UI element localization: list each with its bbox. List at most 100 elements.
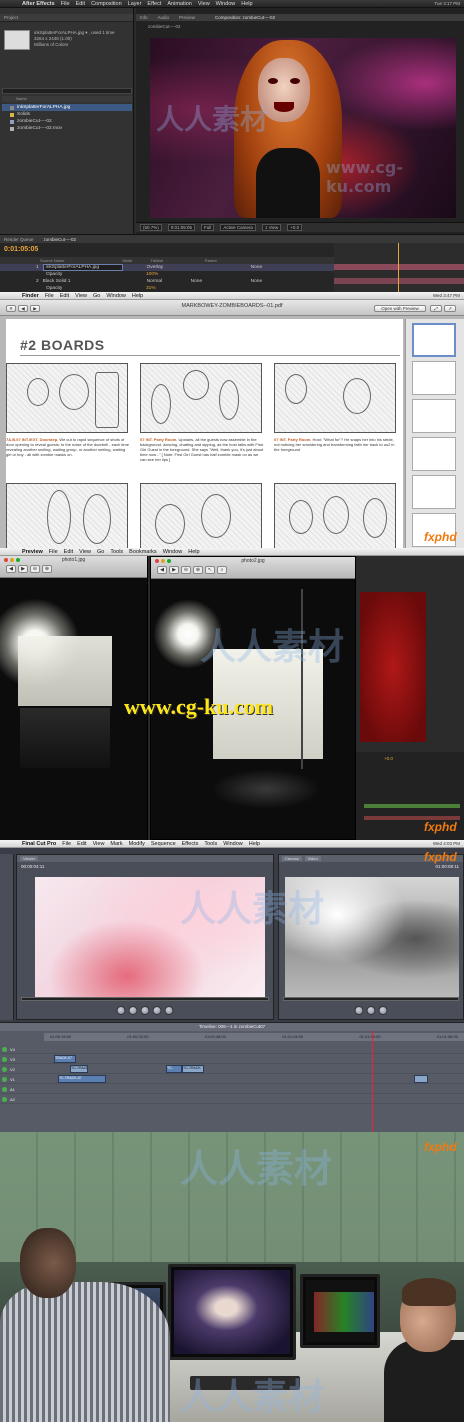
project-tab[interactable]: Project (4, 15, 18, 20)
menu-file[interactable]: File (49, 549, 58, 555)
play-icon[interactable] (366, 1006, 376, 1015)
menu-layer[interactable]: Layer (128, 1, 142, 7)
menu-view[interactable]: View (75, 293, 87, 299)
rewind-icon[interactable] (354, 1006, 364, 1015)
resolution-select[interactable]: Full (201, 224, 215, 231)
project-item[interactable]: zombieCut----02.mov (2, 125, 132, 132)
timeline-clip[interactable]: TC- (166, 1065, 182, 1073)
forward-icon[interactable] (378, 1006, 388, 1015)
previous-icon[interactable]: ◀ (157, 566, 167, 574)
menu-mark[interactable]: Mark (110, 841, 122, 847)
forward-icon[interactable]: ▶ (30, 305, 40, 312)
menu-window[interactable]: Window (223, 841, 243, 847)
timeline-track[interactable]: V1 TC-TRACK-07 (0, 1075, 464, 1084)
project-item[interactable]: zombieCut----02 (2, 118, 132, 125)
layer-mode[interactable]: Normal (147, 279, 187, 284)
tab-audio[interactable]: Audio (158, 15, 170, 20)
menu-help[interactable]: Help (132, 293, 143, 299)
header-mode[interactable]: Mode (122, 258, 132, 263)
menu-edit[interactable]: Edit (77, 841, 86, 847)
select-icon[interactable]: ↖ (205, 566, 215, 574)
menu-edit[interactable]: Edit (64, 549, 73, 555)
project-item[interactable]: inkSplatterForALPHA.jpg (2, 104, 132, 111)
timeline-clip[interactable]: TC-TRACK-07 (58, 1075, 106, 1083)
column-header-name[interactable]: Name (2, 96, 132, 102)
project-search-input[interactable] (2, 88, 132, 94)
page-thumbnail[interactable] (412, 399, 456, 433)
tab-canvas[interactable]: Canvas (282, 856, 302, 861)
property-value[interactable]: 31% (146, 286, 156, 291)
search-icon[interactable]: ⌕ (217, 566, 227, 574)
menu-view[interactable]: View (79, 549, 91, 555)
tab-render-queue[interactable]: Render Queue (4, 237, 34, 242)
layer-property-row[interactable]: Opacity 31% (0, 285, 334, 292)
menu-file[interactable]: File (62, 841, 71, 847)
menu-tools[interactable]: Tools (110, 549, 123, 555)
finder-app-menu[interactable]: Finder (22, 293, 39, 299)
mark-out-icon[interactable] (164, 1006, 174, 1015)
layer-parent[interactable]: None (251, 265, 262, 270)
track-enable-icon[interactable] (2, 1047, 7, 1052)
layer-bar[interactable] (334, 264, 464, 270)
composition-title[interactable]: Composition: zombieCut----02 (215, 15, 275, 20)
next-icon[interactable]: ▶ (18, 565, 28, 573)
project-item[interactable]: Solids (2, 111, 132, 118)
menu-help[interactable]: Help (249, 841, 260, 847)
menu-effects[interactable]: Effects (182, 841, 199, 847)
play-icon[interactable] (140, 1006, 150, 1015)
preview-app-menu[interactable]: Preview (22, 549, 43, 555)
next-icon[interactable]: ▶ (169, 566, 179, 574)
menu-window[interactable]: Window (216, 1, 236, 7)
menu-file[interactable]: File (61, 1, 70, 7)
menu-view[interactable]: View (93, 841, 105, 847)
tab-timeline-comp[interactable]: zombieCut----02 (44, 237, 77, 242)
track-header[interactable]: A2 (2, 1095, 42, 1104)
exposure-field[interactable]: +0.0 (287, 224, 303, 231)
tab-preview[interactable]: Preview (179, 15, 195, 20)
header-parent[interactable]: Parent (205, 258, 217, 263)
ae-app-menu[interactable]: After Effects (22, 1, 55, 7)
timeline-clip[interactable]: TRACK-07 (54, 1055, 76, 1063)
track-header[interactable]: V3 (2, 1055, 42, 1064)
playhead[interactable] (372, 1031, 373, 1132)
canvas-timecode[interactable]: 01:00:08:11 (436, 864, 459, 869)
zoom-out-icon[interactable]: ⊖ (30, 565, 40, 573)
menu-help[interactable]: Help (188, 549, 199, 555)
zoom-in-icon[interactable]: ⊕ (193, 566, 203, 574)
playhead[interactable] (398, 243, 399, 292)
view-layout-select[interactable]: 1 View (261, 224, 282, 231)
track-header[interactable]: V1 (2, 1075, 42, 1084)
track-enable-icon[interactable] (2, 1067, 7, 1072)
menu-help[interactable]: Help (241, 1, 252, 7)
menu-edit[interactable]: Edit (60, 293, 69, 299)
current-time-field[interactable]: 0:01:05:05 (167, 224, 196, 231)
zoom-out-icon[interactable]: ⊖ (181, 566, 191, 574)
track-enable-icon[interactable] (2, 1097, 7, 1102)
menu-tools[interactable]: Tools (204, 841, 217, 847)
tab-info[interactable]: Info (140, 15, 148, 20)
camera-select[interactable]: Active Camera (220, 224, 256, 231)
header-source-name[interactable]: Source Name (40, 258, 64, 263)
menu-modify[interactable]: Modify (129, 841, 145, 847)
menu-go[interactable]: Go (93, 293, 100, 299)
layer-name[interactable]: Black Solid 1 (43, 279, 123, 284)
page-thumbnail[interactable] (412, 323, 456, 357)
timeline-clip[interactable]: TC-TRACK (182, 1065, 204, 1073)
tab-viewer[interactable]: Viewer (20, 856, 39, 861)
layer-row[interactable]: 2 Black Solid 1 Normal None None (0, 278, 334, 285)
zoom-select[interactable]: (50.7%) (140, 224, 162, 231)
timeline-ruler[interactable]: 01:00:16:00 01:00:32:00 01:00:48:00 01:0… (44, 1033, 464, 1041)
layer-bar[interactable] (334, 278, 464, 284)
timeline-track[interactable]: A2 (0, 1095, 464, 1104)
fullscreen-icon[interactable]: ⤢ (430, 305, 442, 312)
timeline-track[interactable]: V2 TC-TRACK TC- TC-TRACK (0, 1065, 464, 1074)
layer-trkmat[interactable]: None (191, 279, 231, 284)
open-with-preview-button[interactable]: Open with Preview (374, 305, 426, 312)
mark-in-icon[interactable] (116, 1006, 126, 1015)
menu-edit[interactable]: Edit (76, 1, 85, 7)
timeline-clip[interactable]: TC-TRACK (70, 1065, 88, 1073)
track-enable-icon[interactable] (2, 1077, 7, 1082)
viewer-timecode[interactable]: 00:00:04:11 (21, 864, 44, 869)
menu-animation[interactable]: Animation (167, 1, 191, 7)
menu-go[interactable]: Go (97, 549, 104, 555)
